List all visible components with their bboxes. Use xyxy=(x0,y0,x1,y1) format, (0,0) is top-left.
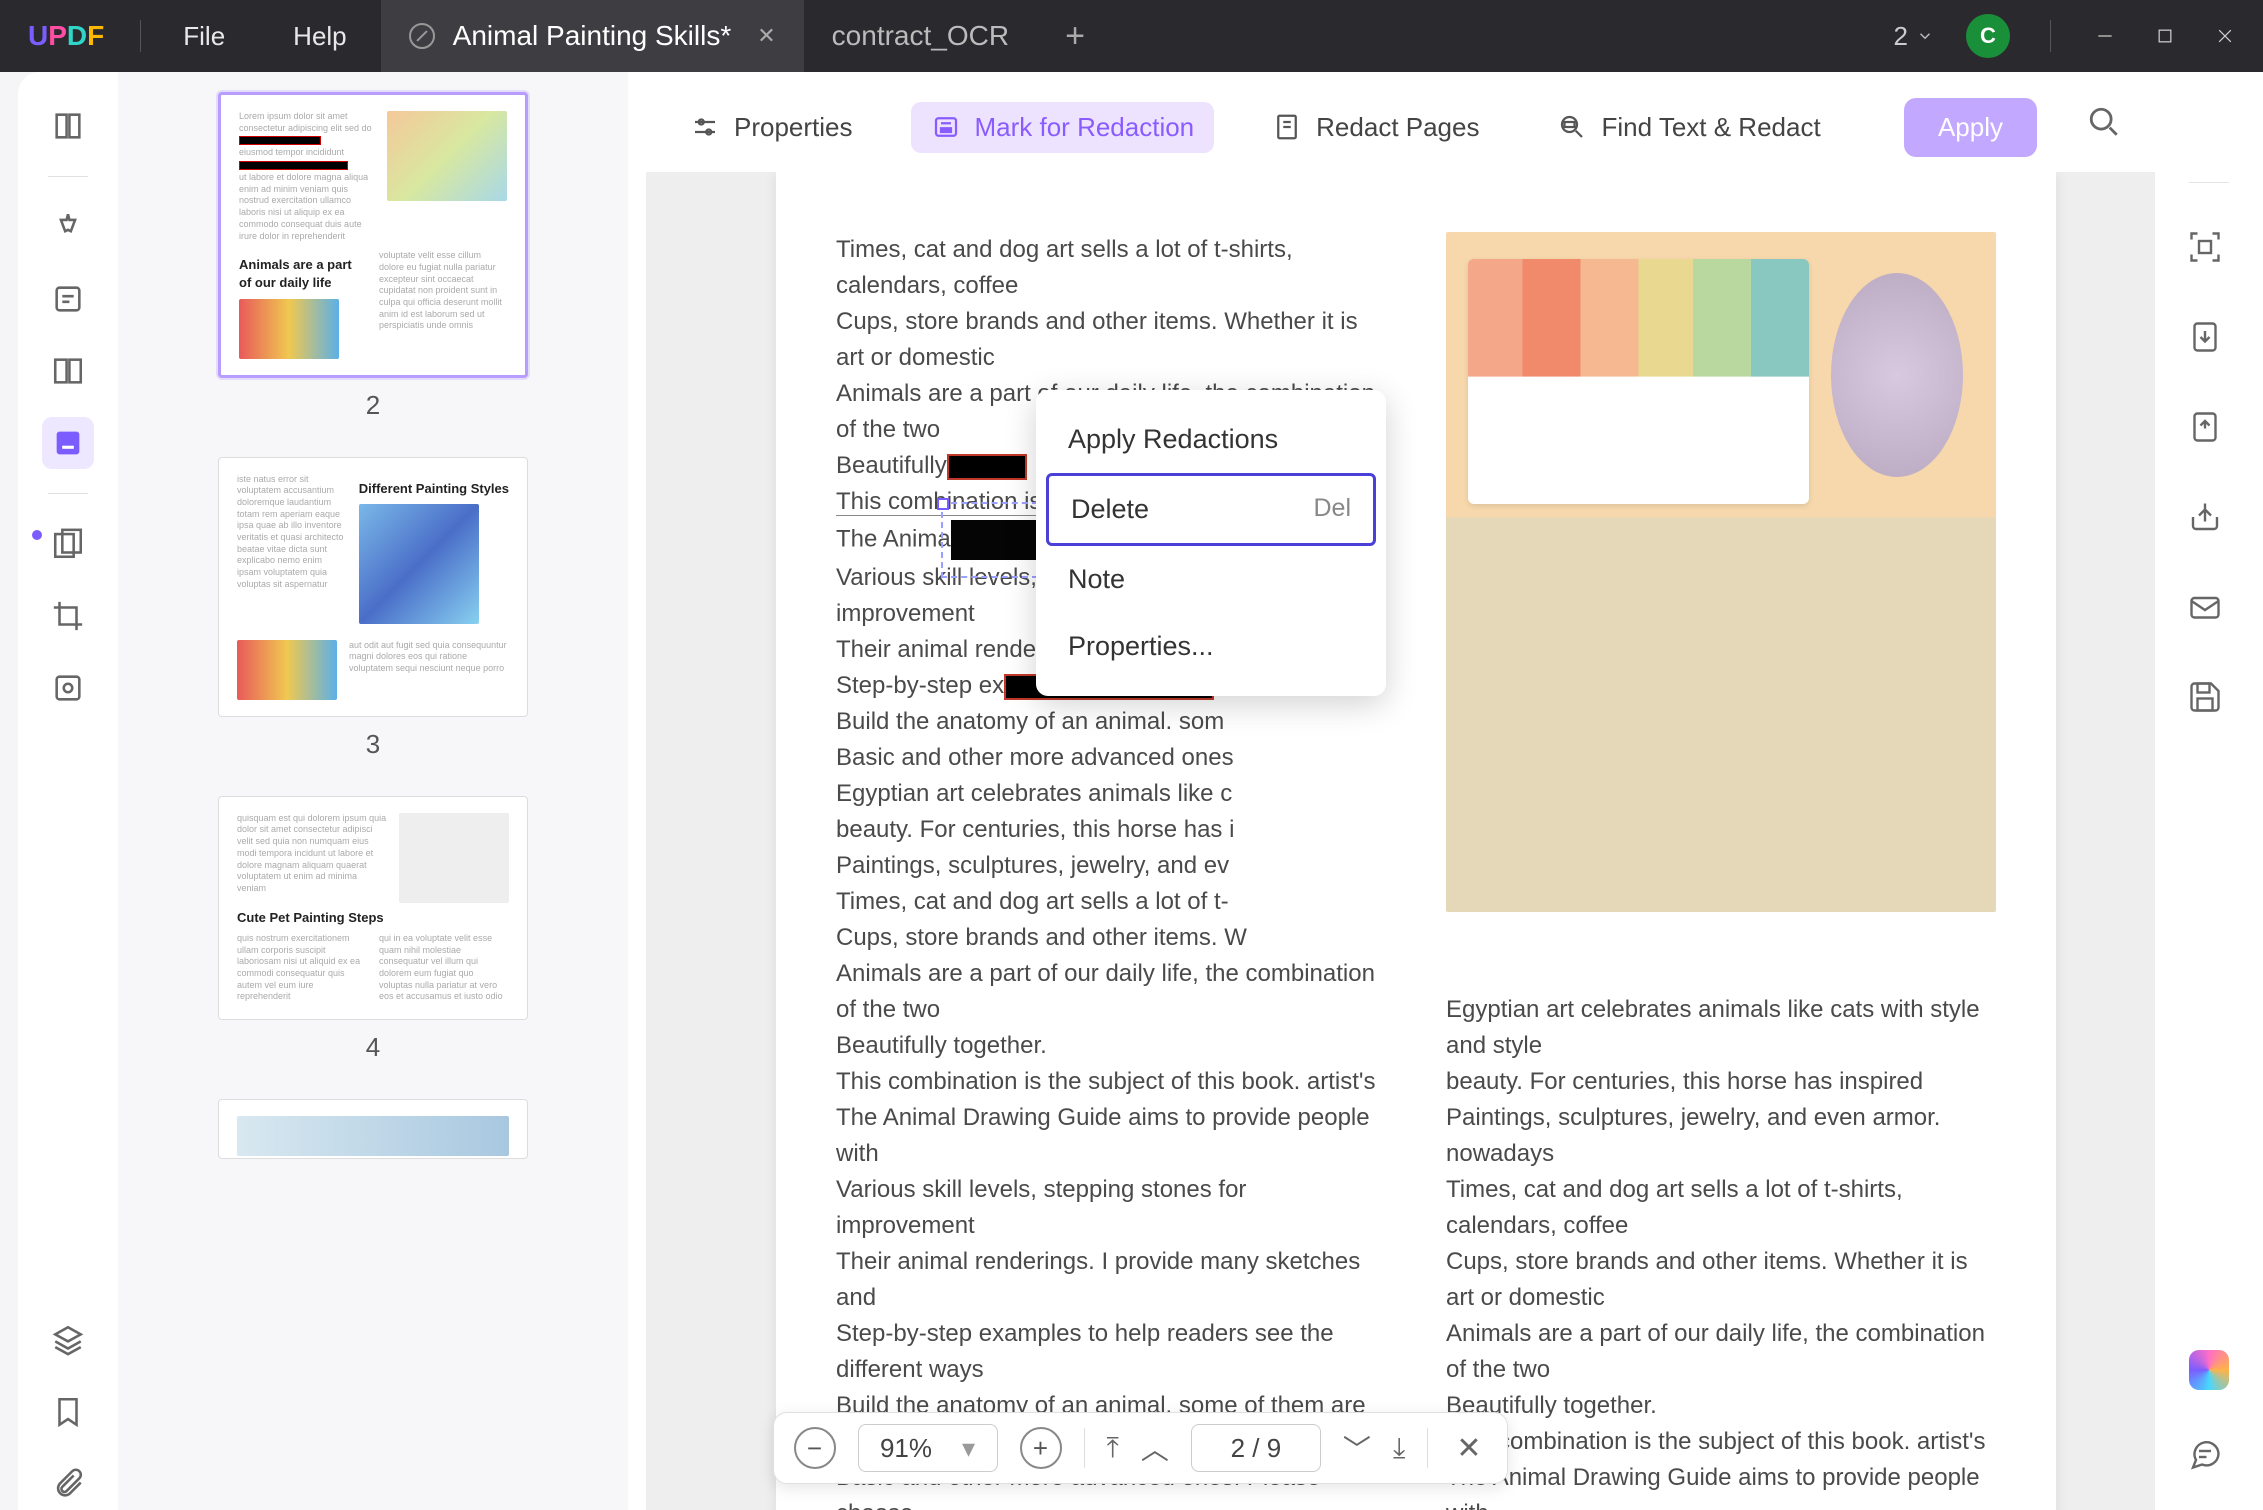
properties-button[interactable]: Properties xyxy=(670,102,873,153)
add-tab-button[interactable]: + xyxy=(1037,17,1113,56)
comment-tool-icon[interactable] xyxy=(42,201,94,253)
sliders-icon xyxy=(690,112,720,142)
ctx-note[interactable]: Note xyxy=(1046,546,1376,613)
page-column-right: Egyptian art celebrates animals like cat… xyxy=(1446,232,1996,1510)
ctx-apply-redactions[interactable]: Apply Redactions xyxy=(1046,406,1376,473)
divider xyxy=(140,20,141,52)
menu-file[interactable]: File xyxy=(149,21,259,52)
thumbnail-page-3[interactable]: iste natus error sit voluptatem accusant… xyxy=(218,457,528,717)
close-nav-button[interactable]: ✕ xyxy=(1450,1431,1487,1466)
tab-animal-painting[interactable]: Animal Painting Skills* ✕ xyxy=(381,0,804,72)
tab-count-dropdown[interactable]: 2 xyxy=(1894,21,1934,52)
titlebar: UPDF File Help Animal Painting Skills* ✕… xyxy=(0,0,2263,72)
close-window-button[interactable] xyxy=(2211,22,2239,50)
ai-assistant-icon[interactable] xyxy=(2189,1350,2229,1390)
menu-help[interactable]: Help xyxy=(259,21,380,52)
first-page-button[interactable]: ⤒ xyxy=(1107,1432,1119,1465)
thumb-number: 2 xyxy=(218,390,528,421)
document-viewport[interactable]: Times, cat and dog art sells a lot of t-… xyxy=(646,172,2155,1510)
layers-icon[interactable] xyxy=(42,1314,94,1366)
redaction-mark[interactable] xyxy=(947,454,1027,480)
document-page: Times, cat and dog art sells a lot of t-… xyxy=(776,172,2056,1510)
active-tool-indicator xyxy=(32,530,42,540)
thumbnail-page-4[interactable]: quisquam est qui dolorem ipsum quia dolo… xyxy=(218,796,528,1020)
thumb-number: 4 xyxy=(218,1032,528,1063)
document-icon xyxy=(409,23,435,49)
ctx-delete[interactable]: DeleteDel xyxy=(1046,473,1376,546)
tab-title: contract_OCR xyxy=(832,20,1009,52)
pages-icon xyxy=(1272,112,1302,142)
chat-icon[interactable] xyxy=(2187,1436,2231,1480)
next-page-button[interactable]: ﹀ xyxy=(1343,1428,1371,1468)
attachment-icon[interactable] xyxy=(42,1458,94,1510)
export-icon[interactable] xyxy=(2187,409,2231,453)
redact-pages-button[interactable]: Redact Pages xyxy=(1252,102,1499,153)
search-button[interactable] xyxy=(2087,105,2131,149)
zoom-in-button[interactable]: + xyxy=(1020,1427,1062,1469)
document-image xyxy=(1446,232,1996,912)
divider xyxy=(2050,20,2051,52)
redaction-toolbar: Properties Mark for Redaction Redact Pag… xyxy=(646,92,2155,162)
app-logo: UPDF xyxy=(28,20,104,52)
share-icon[interactable] xyxy=(2187,499,2231,543)
save-icon[interactable] xyxy=(2187,679,2231,723)
left-tool-rail xyxy=(18,72,118,1510)
close-tab-icon[interactable]: ✕ xyxy=(757,23,775,49)
mark-for-redaction-button[interactable]: Mark for Redaction xyxy=(911,102,1215,153)
last-page-button[interactable]: ⤓ xyxy=(1393,1432,1405,1465)
ocr-icon[interactable] xyxy=(2187,229,2231,273)
search-redact-icon xyxy=(1557,112,1587,142)
thumb-number: 3 xyxy=(218,729,528,760)
email-icon[interactable] xyxy=(2187,589,2231,633)
thumbnail-page-5[interactable] xyxy=(218,1099,528,1159)
thumbnail-page-2[interactable]: Lorem ipsum dolor sit amet consectetur a… xyxy=(218,92,528,378)
tab-contract-ocr[interactable]: contract_OCR xyxy=(804,0,1037,72)
convert-icon[interactable] xyxy=(2187,319,2231,363)
zoom-out-button[interactable]: − xyxy=(794,1427,836,1469)
prev-page-button[interactable]: ︿ xyxy=(1141,1428,1169,1468)
form-tool-icon[interactable] xyxy=(42,662,94,714)
organize-tool-icon[interactable] xyxy=(42,518,94,570)
redaction-context-menu: Apply Redactions DeleteDel Note Properti… xyxy=(1036,390,1386,696)
chevron-down-icon xyxy=(1916,27,1934,45)
find-text-redact-button[interactable]: Find Text & Redact xyxy=(1537,102,1840,153)
maximize-button[interactable] xyxy=(2151,22,2179,50)
edit-tool-icon[interactable] xyxy=(42,273,94,325)
thumbnail-panel[interactable]: Lorem ipsum dolor sit amet consectetur a… xyxy=(118,72,628,1510)
redact-tool-icon[interactable] xyxy=(42,417,94,469)
minimize-button[interactable] xyxy=(2091,22,2119,50)
page-indicator[interactable]: 2 / 9 xyxy=(1191,1424,1321,1472)
tab-title: Animal Painting Skills* xyxy=(453,20,732,52)
ctx-properties[interactable]: Properties... xyxy=(1046,613,1376,680)
reader-tool-icon[interactable] xyxy=(42,100,94,152)
page-navigation-bar: − 91%▾ + ⤒ ︿ 2 / 9 ﹀ ⤓ ✕ xyxy=(773,1412,1509,1484)
crop-tool-icon[interactable] xyxy=(42,590,94,642)
user-avatar[interactable]: C xyxy=(1966,14,2010,58)
pages-tool-icon[interactable] xyxy=(42,345,94,397)
redaction-mark-icon xyxy=(931,112,961,142)
right-tool-rail xyxy=(2155,72,2263,1510)
bookmark-icon[interactable] xyxy=(42,1386,94,1438)
apply-button[interactable]: Apply xyxy=(1904,98,2037,157)
zoom-level-dropdown[interactable]: 91%▾ xyxy=(858,1424,998,1472)
